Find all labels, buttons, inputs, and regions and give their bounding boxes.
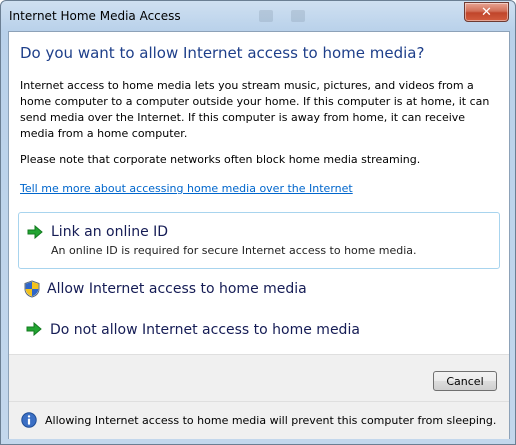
- command-title: Link an online ID: [51, 224, 169, 240]
- close-icon: ✕: [481, 4, 492, 20]
- uac-shield-icon: [24, 280, 40, 298]
- close-button[interactable]: ✕: [464, 2, 509, 22]
- link-online-id-command[interactable]: Link an online ID An online ID is requir…: [18, 212, 500, 269]
- help-link[interactable]: Tell me more about accessing home media …: [20, 182, 353, 195]
- cancel-button[interactable]: Cancel: [433, 371, 497, 391]
- main-instruction: Do you want to allow Internet access to …: [20, 44, 425, 62]
- window-title: Internet Home Media Access: [9, 9, 181, 23]
- do-not-allow-command[interactable]: Do not allow Internet access to home med…: [18, 314, 498, 344]
- description-text: Internet access to home media lets you s…: [20, 79, 490, 140]
- command-title: Allow Internet access to home media: [47, 281, 307, 297]
- dialog-content: Do you want to allow Internet access to …: [8, 31, 510, 439]
- footer-divider: [9, 401, 509, 402]
- ghost-icon: [291, 10, 305, 22]
- green-arrow-icon: [27, 225, 43, 239]
- info-icon: [21, 412, 37, 428]
- dialog-window: Internet Home Media Access ✕ Do you want…: [0, 0, 516, 445]
- corporate-note-text: Please note that corporate networks ofte…: [20, 153, 421, 166]
- allow-access-command[interactable]: Allow Internet access to home media: [18, 274, 498, 304]
- dialog-footer: Cancel Allowing Internet access to home …: [9, 354, 509, 439]
- green-arrow-icon: [26, 322, 42, 336]
- ghost-icon: [259, 10, 273, 22]
- title-bar[interactable]: Internet Home Media Access ✕: [1, 1, 515, 31]
- sleep-warning-text: Allowing Internet access to home media w…: [45, 414, 497, 427]
- command-subtitle: An online ID is required for secure Inte…: [51, 244, 417, 257]
- command-title: Do not allow Internet access to home med…: [50, 322, 360, 338]
